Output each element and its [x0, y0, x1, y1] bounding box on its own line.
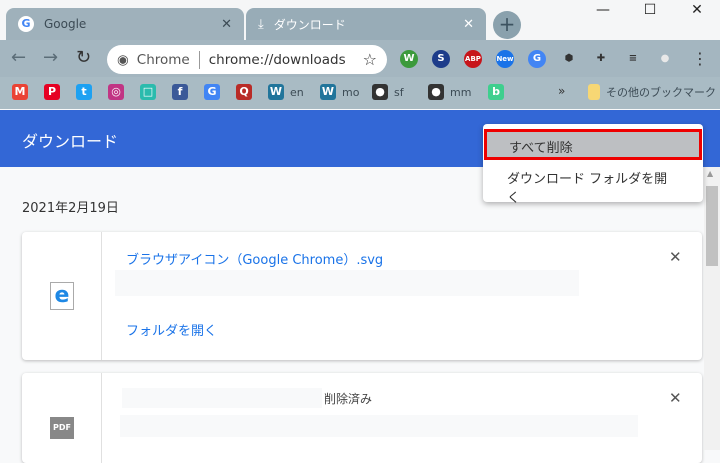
close-tab-icon[interactable]: ✕ — [221, 17, 232, 32]
name-placeholder — [122, 388, 322, 408]
extension-icon[interactable]: ≡ — [624, 50, 642, 68]
menu-icon[interactable]: ⋮ — [692, 49, 708, 68]
back-button[interactable]: ← — [11, 47, 26, 68]
ie-file-icon: e — [50, 282, 74, 310]
remove-item-button[interactable]: ✕ — [669, 389, 682, 407]
bookmark-icon: t — [76, 84, 92, 100]
omnibox-url: chrome://downloads — [208, 51, 346, 68]
bookmark-item[interactable]: □ — [140, 84, 156, 100]
folder-icon — [588, 84, 600, 100]
extension-icon[interactable]: G — [528, 50, 546, 68]
extension-icon[interactable]: ⬢ — [560, 50, 578, 68]
scroll-up-icon[interactable]: ▲ — [707, 169, 713, 178]
tab-title: ダウンロード — [273, 17, 346, 32]
bookmark-item[interactable]: ● mm — [428, 84, 471, 100]
tab-downloads[interactable]: ⤓ ダウンロード ✕ — [246, 8, 486, 40]
bookmark-item[interactable]: Q — [236, 84, 252, 100]
bookmark-icon: ◎ — [108, 84, 124, 100]
bookmark-icon: b — [488, 84, 504, 100]
reload-button[interactable]: ↻ — [76, 47, 91, 68]
bookmark-icon: P — [44, 84, 60, 100]
extension-icon[interactable]: New — [496, 50, 514, 68]
bookmark-label: sf — [394, 85, 404, 99]
bookmarks-more-button[interactable]: » — [558, 84, 565, 98]
close-tab-icon[interactable]: ✕ — [463, 17, 474, 32]
google-icon: G — [18, 16, 34, 32]
menu-item-open-downloads-folder[interactable]: ダウンロード フォルダを開く — [483, 164, 703, 210]
minimize-button[interactable]: — — [580, 2, 626, 22]
forward-button[interactable]: → — [43, 47, 58, 68]
extension-icon[interactable]: ● — [656, 50, 674, 68]
bookmark-icon: W — [268, 84, 284, 100]
extension-icon[interactable]: ABP — [464, 50, 482, 68]
bookmark-item[interactable]: f — [172, 84, 188, 100]
bookmark-icon: G — [204, 84, 220, 100]
page-title: ダウンロード — [22, 132, 119, 151]
download-icon: ⤓ — [258, 16, 264, 32]
bookmark-icon: ● — [372, 84, 388, 100]
file-icon-column: e — [22, 232, 102, 360]
extension-icon[interactable]: W — [400, 50, 418, 68]
bookmark-item[interactable]: Wen — [268, 84, 304, 100]
extension-icon[interactable]: S — [432, 50, 450, 68]
bookmark-icon: ● — [428, 84, 444, 100]
progress-placeholder — [115, 270, 579, 296]
download-item: e ブラウザアイコン（Google Chrome）.svg フォルダを開く ✕ — [22, 232, 702, 360]
bookmark-label: mo — [342, 85, 360, 99]
bookmark-label: mm — [450, 85, 472, 99]
bookmark-item[interactable]: t — [76, 84, 92, 100]
other-bookmarks[interactable]: その他のブックマーク — [588, 84, 716, 100]
bookmark-icon: W — [320, 84, 336, 100]
maximize-button[interactable]: ☐ — [627, 2, 673, 22]
bookmark-item[interactable]: ◎ — [108, 84, 124, 100]
open-folder-link[interactable]: フォルダを開く — [126, 320, 217, 339]
close-window-button[interactable]: ✕ — [674, 2, 720, 22]
divider — [198, 50, 200, 69]
scrollbar-thumb[interactable] — [706, 186, 718, 266]
extension-icon[interactable]: ✚ — [592, 50, 610, 68]
chrome-icon: ◉ — [117, 51, 129, 68]
progress-placeholder — [120, 415, 638, 437]
date-heading: 2021年2月19日 — [22, 201, 119, 216]
bookmark-item[interactable]: ● sf — [372, 84, 404, 100]
bookmark-icon: M — [12, 84, 28, 100]
remove-item-button[interactable]: ✕ — [669, 248, 682, 266]
bookmark-icon: Q — [236, 84, 252, 100]
bookmark-item[interactable]: b — [488, 84, 504, 100]
new-tab-button[interactable]: + — [493, 11, 521, 39]
tab-title: Google — [44, 17, 87, 31]
pdf-file-icon: PDF — [50, 417, 74, 439]
more-actions-menu: すべて削除 ダウンロード フォルダを開く — [483, 124, 703, 206]
bookmark-item[interactable]: G — [204, 84, 220, 100]
bookmark-item[interactable]: M — [12, 84, 28, 100]
omnibox-site: Chrome — [136, 51, 190, 68]
bookmark-icon: □ — [140, 84, 156, 100]
other-bookmarks-label: その他のブックマーク — [606, 86, 716, 99]
menu-item-clear-all[interactable]: すべて削除 — [484, 129, 702, 160]
tab-google[interactable]: G Google ✕ — [6, 8, 244, 40]
deleted-status: 削除済み — [324, 392, 373, 406]
bookmark-icon: f — [172, 84, 188, 100]
file-name-link[interactable]: ブラウザアイコン（Google Chrome）.svg — [126, 249, 383, 268]
bookmark-item[interactable]: Wmo — [320, 84, 359, 100]
bookmark-label: en — [290, 85, 304, 99]
bookmark-item[interactable]: P — [44, 84, 60, 100]
bookmark-star-icon[interactable]: ☆ — [363, 50, 377, 69]
address-bar[interactable]: ◉ Chrome chrome://downloads ☆ — [107, 45, 387, 74]
